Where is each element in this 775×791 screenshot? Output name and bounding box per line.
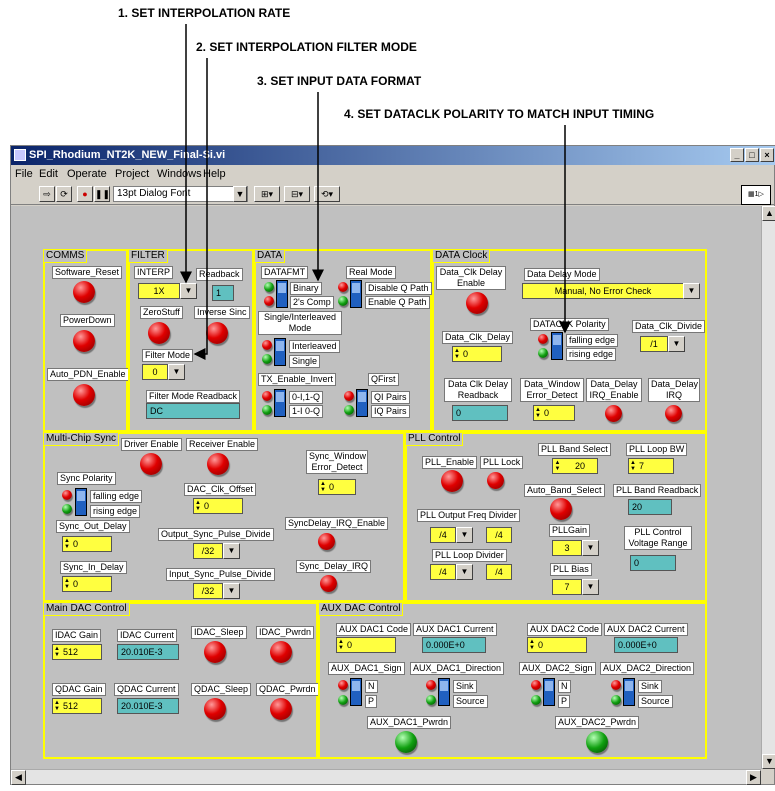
callout-arrows — [180, 24, 571, 360]
screenshot: 1. SET INTERPOLATION RATE 2. SET INTERPO… — [0, 0, 775, 791]
arrow-filter-mode — [193, 58, 208, 360]
